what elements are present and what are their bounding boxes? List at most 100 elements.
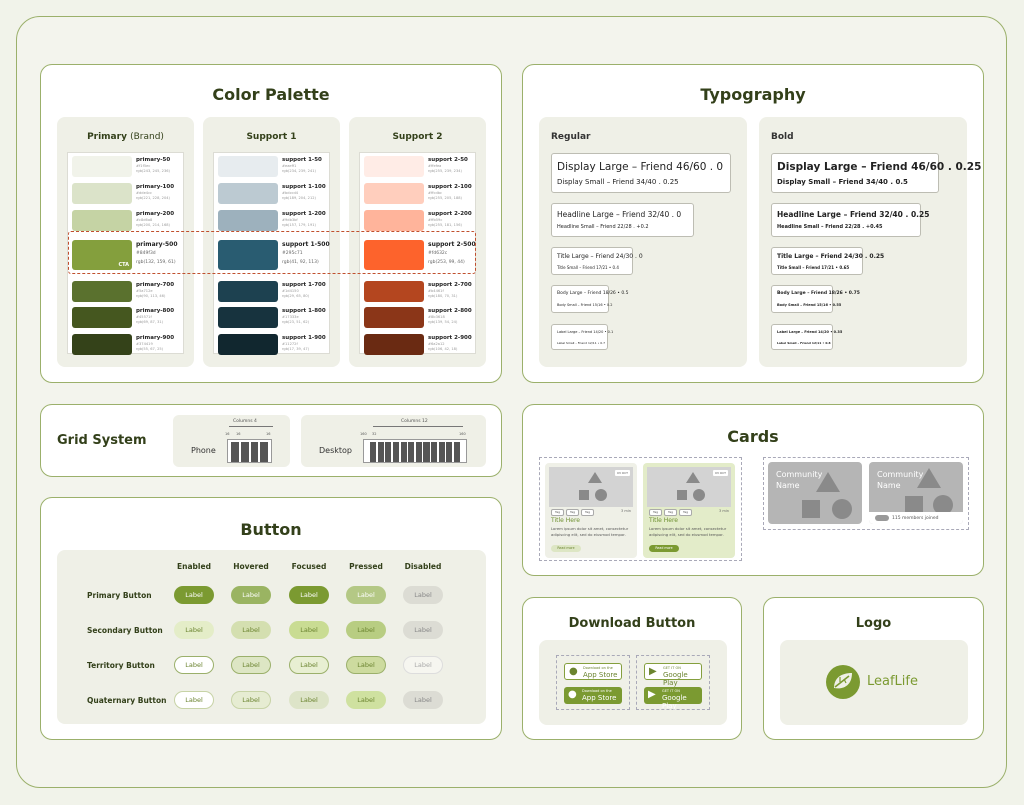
territory-button-hovered[interactable]: Label xyxy=(231,656,271,674)
swatch-rgb: rgb(255, 205, 188) xyxy=(428,196,462,200)
google-play-button-outline[interactable]: ▶ GET IT ON Google Play xyxy=(644,663,702,687)
color-swatch xyxy=(72,183,132,204)
type-sample-text: Title Large – Friend 24/30 . 0 xyxy=(557,253,643,260)
grid-column xyxy=(400,442,407,462)
download-area: ● Download on the App Store ● Download o… xyxy=(539,640,727,725)
card-body: Lorem ipsum dolor sit amet, consectetur … xyxy=(649,526,727,537)
swatch-rgb: rgb(139, 54, 24) xyxy=(428,320,458,324)
button-state-header: Pressed xyxy=(349,562,383,571)
color-swatch xyxy=(364,281,424,302)
download-panel: Download Button ● Download on the App St… xyxy=(522,597,742,740)
members-avatars-icon xyxy=(875,515,889,521)
button-row-label: Quaternary Button xyxy=(87,696,167,705)
type-sample-text: Title Large – Friend 24/30 . 0.25 xyxy=(777,253,885,260)
community-card-joined[interactable]: Community Name 115 members joined xyxy=(869,462,963,524)
google-play-button[interactable]: ▶ GET IT ON Google Play xyxy=(644,687,702,710)
type-sample-box: Display Large – Friend 46/60 . 0 Display … xyxy=(551,153,731,193)
type-sample-box: Body Large – Friend 18/26 • 0.5 Body Smal… xyxy=(551,285,628,313)
apple-icon: ● xyxy=(569,666,578,677)
community-card[interactable]: Community Name xyxy=(768,462,862,524)
card-date-badge: 03 OCT xyxy=(614,470,630,476)
apple-icon: ● xyxy=(568,689,577,700)
territory-button-disabled[interactable]: Label xyxy=(403,656,443,674)
swatch-name: support 2-700 xyxy=(428,282,472,288)
primary-button-hovered[interactable]: Label xyxy=(231,586,271,604)
play-icon: ▶ xyxy=(649,666,657,677)
grid-column xyxy=(446,442,453,462)
product-card-hovered[interactable]: 03 OCT Tag Tag Tag 3 min Title Here Lorem ipsu… xyxy=(643,463,735,558)
type-sample-box: Body Large – Friend 18/26 • 0.75 Body Sma… xyxy=(771,285,860,313)
color-swatch xyxy=(72,156,132,177)
secondary-button-disabled[interactable]: Label xyxy=(403,621,443,639)
typography-weight-label: Bold xyxy=(771,132,794,142)
type-sample-text: Label Small – Friend 12/11 • 0.8 xyxy=(777,341,831,345)
swatch-rgb: rgb(243, 245, 236) xyxy=(136,169,170,173)
button-state-header: Enabled xyxy=(177,562,211,571)
app-store-button[interactable]: ● Download on the App Store xyxy=(564,687,622,704)
card-date-badge: 03 OCT xyxy=(712,470,728,476)
logo-wordmark: LeafLife xyxy=(867,674,918,689)
secondary-button-pressed[interactable]: Label xyxy=(346,621,386,639)
grid-desktop-label: Desktop xyxy=(319,446,352,455)
secondary-button-focused[interactable]: Label xyxy=(289,621,329,639)
card-tag: Tag xyxy=(649,509,663,516)
swatch-rgb: rgb(221, 228, 204) xyxy=(136,196,170,200)
grid-column xyxy=(260,442,268,462)
grid-phone-label: Phone xyxy=(191,446,216,455)
leaf-logo-icon xyxy=(826,665,860,699)
grid-column xyxy=(408,442,415,462)
button-row-label: Secondary Button xyxy=(87,626,163,635)
secondary-button-hovered[interactable]: Label xyxy=(231,621,271,639)
button-state-header: Disabled xyxy=(404,562,442,571)
quaternary-button-enabled[interactable]: Label xyxy=(174,691,214,709)
secondary-button-enabled[interactable]: Label xyxy=(174,621,214,639)
territory-button-enabled[interactable]: Label xyxy=(174,656,214,674)
territory-button-focused[interactable]: Label xyxy=(289,656,329,674)
swatch-rgb: rgb(90, 113, 46) xyxy=(136,294,166,298)
grid-column xyxy=(392,442,399,462)
color-swatch xyxy=(364,210,424,231)
type-sample-text: Display Small – Friend 34/40 . 0.5 xyxy=(777,178,908,186)
grid-system-panel: Grid System Phone Columns 4 16 16 16 Des… xyxy=(40,404,502,477)
card-read-time: 3 min xyxy=(621,509,631,513)
cta-highlight xyxy=(68,231,476,274)
quaternary-button-focused[interactable]: Label xyxy=(289,691,329,709)
card-image: 03 OCT xyxy=(647,467,731,507)
grid-desktop-margin-3: 160 xyxy=(459,432,466,436)
primary-button-focused[interactable]: Label xyxy=(289,586,329,604)
primary-button-disabled[interactable]: Label xyxy=(403,586,443,604)
grid-desktop-margin-2: 32 xyxy=(372,432,377,436)
grid-phone-margin-2: 16 xyxy=(236,432,241,436)
button-row-label: Territory Button xyxy=(87,661,155,670)
color-swatch xyxy=(218,281,278,302)
primary-button-enabled[interactable]: Label xyxy=(174,586,214,604)
swatch-name: support 1-900 xyxy=(282,335,326,341)
swatch-rgb: rgb(23, 51, 62) xyxy=(282,320,310,324)
swatch-name: support 2-100 xyxy=(428,184,472,190)
type-sample-box: Headline Large – Friend 32/40 . 0 Headlin… xyxy=(551,203,694,237)
play-icon: ▶ xyxy=(648,689,656,700)
grid-column xyxy=(415,442,422,462)
swatch-name: primary-900 xyxy=(136,335,175,341)
swatch-name: primary-100 xyxy=(136,184,175,190)
swatch-name: support 1-200 xyxy=(282,211,326,217)
grid-phone: Phone Columns 4 16 16 16 xyxy=(173,415,290,467)
card-read-more-button[interactable]: Read more xyxy=(551,545,581,552)
color-swatch xyxy=(364,334,424,355)
quaternary-button-disabled[interactable]: Label xyxy=(403,691,443,709)
grid-column xyxy=(423,442,430,462)
swatch-rgb: rgb(157, 179, 191) xyxy=(282,223,316,227)
quaternary-button-hovered[interactable]: Label xyxy=(231,691,271,709)
quaternary-button-pressed[interactable]: Label xyxy=(346,691,386,709)
card-tag: Tag xyxy=(551,509,565,516)
primary-button-pressed[interactable]: Label xyxy=(346,586,386,604)
territory-button-pressed[interactable]: Label xyxy=(346,656,386,674)
app-store-button-outline[interactable]: ● Download on the App Store xyxy=(564,663,622,680)
button-panel: Button Enabled Hovered Focused Pressed Disab… xyxy=(40,497,502,740)
color-swatch xyxy=(72,281,132,302)
type-sample-text: Headline Small – Friend 22/28 . +0.45 xyxy=(777,224,883,230)
product-card[interactable]: 03 OCT Tag Tag Tag 3 min Title Here Lorem ipsu… xyxy=(545,463,637,558)
card-tag: Tag xyxy=(581,509,595,516)
grid-column xyxy=(453,442,460,462)
card-read-more-button[interactable]: Read more xyxy=(649,545,679,552)
